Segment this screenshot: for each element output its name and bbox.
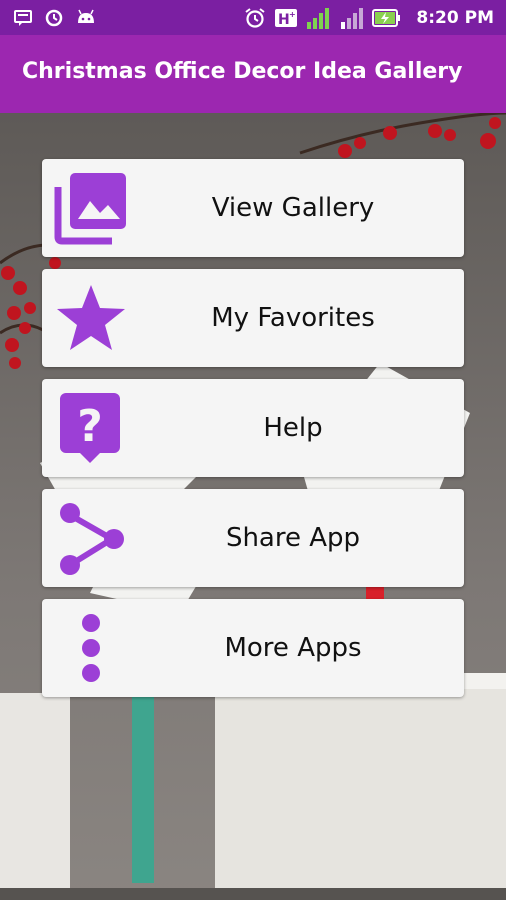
app-title: Christmas Office Decor Idea Gallery [22, 59, 463, 84]
my-favorites-button[interactable]: My Favorites [42, 269, 464, 367]
signal-weak-icon [341, 8, 364, 29]
help-label: Help [263, 413, 323, 443]
app-bar: Christmas Office Decor Idea Gallery [0, 35, 506, 113]
notification-message-icon [14, 10, 32, 26]
svg-text:?: ? [77, 401, 103, 452]
battery-charging-icon [372, 9, 401, 27]
status-time: 8:20 PM [416, 8, 494, 28]
status-bar: H + 8:20 PM [0, 0, 506, 35]
sync-icon [45, 9, 63, 27]
app-screen: H + 8:20 PM Christmas Office Decor Idea … [0, 0, 506, 900]
help-icon: ? [60, 393, 120, 463]
android-icon [78, 9, 94, 23]
share-icon [60, 503, 124, 575]
view-gallery-button[interactable]: View Gallery [42, 159, 464, 257]
share-app-label: Share App [225, 523, 361, 553]
svg-text:+: + [289, 10, 296, 19]
more-vertical-icon [82, 614, 100, 682]
svg-text:H: H [278, 12, 290, 28]
share-app-button[interactable]: Share App [42, 489, 464, 587]
gallery-icon [54, 173, 126, 245]
my-favorites-label: My Favorites [211, 303, 375, 333]
more-apps-label: More Apps [224, 633, 362, 663]
view-gallery-label: View Gallery [211, 193, 375, 223]
help-button[interactable]: ? Help [42, 379, 464, 477]
signal-icon [307, 8, 330, 29]
star-icon [57, 285, 125, 350]
status-left-icons [14, 7, 96, 29]
hplus-signal-icon: H + [275, 9, 298, 28]
more-apps-button[interactable]: More Apps [42, 599, 464, 697]
status-right-icons: H + 8:20 PM [244, 6, 494, 30]
alarm-icon [245, 8, 266, 28]
